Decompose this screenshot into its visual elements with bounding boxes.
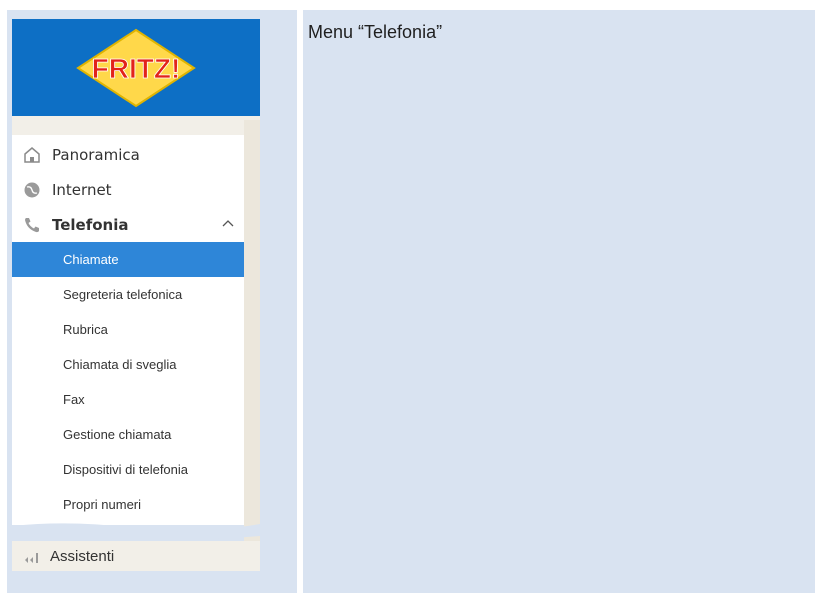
page-title: Menu “Telefonia” xyxy=(308,22,443,42)
sidebar-subitem-chiamate[interactable]: Chiamate xyxy=(12,242,244,277)
sidebar-subitem-propri-numeri[interactable]: Propri numeri xyxy=(12,487,244,522)
sidebar-item-assistenti[interactable]: Assistenti xyxy=(12,541,260,571)
nav-header-band xyxy=(12,116,260,135)
sidebar-subitem-label: Chiamate xyxy=(63,252,119,267)
sidebar-subitem-label: Propri numeri xyxy=(63,497,142,512)
sidebar-item-label: Assistenti xyxy=(50,547,115,565)
globe-icon xyxy=(22,180,42,200)
chevron-up-icon[interactable] xyxy=(222,219,234,227)
sidebar-subitem-label: Segreteria telefonica xyxy=(63,287,183,302)
sidebar-subitem-label: Dispositivi di telefonia xyxy=(63,462,189,477)
fritz-logo-graphic: FRITZ! xyxy=(76,28,196,107)
wizard-icon xyxy=(24,549,42,563)
sidebar-subitem-label: Fax xyxy=(63,392,85,407)
sidebar-item-label: Internet xyxy=(52,180,112,199)
content-panel: Menu “Telefonia” xyxy=(303,10,815,593)
sidebar-subitem-segreteria[interactable]: Segreteria telefonica xyxy=(12,277,244,312)
sidebar-item-internet[interactable]: Internet xyxy=(12,172,244,207)
sidebar-item-panoramica[interactable]: Panoramica xyxy=(12,137,244,172)
home-icon xyxy=(22,145,42,165)
sidebar-subitem-rubrica[interactable]: Rubrica xyxy=(12,312,244,347)
sidebar-subitem-label: Gestione chiamata xyxy=(63,427,172,442)
sidebar-subitem-fax[interactable]: Fax xyxy=(12,382,244,417)
sidebar-item-telefonia[interactable]: Telefonia xyxy=(12,207,244,242)
phone-icon xyxy=(22,215,42,235)
fritz-logo[interactable]: FRITZ! xyxy=(12,19,260,116)
nav-shadow xyxy=(244,120,260,570)
sidebar-subitem-dispositivi[interactable]: Dispositivi di telefonia xyxy=(12,452,244,487)
svg-text:FRITZ!: FRITZ! xyxy=(92,53,181,84)
sidebar-subitem-label: Chiamata di sveglia xyxy=(63,357,177,372)
sidebar-subitem-sveglia[interactable]: Chiamata di sveglia xyxy=(12,347,244,382)
sidebar-item-label: Panoramica xyxy=(52,145,140,164)
sidebar-nav: Panoramica Internet Telefonia Chiamate S… xyxy=(12,135,244,525)
sidebar-subitem-gestione-chiamata[interactable]: Gestione chiamata xyxy=(12,417,244,452)
sidebar-subitem-label: Rubrica xyxy=(63,322,108,337)
sidebar-item-label: Telefonia xyxy=(52,215,129,234)
